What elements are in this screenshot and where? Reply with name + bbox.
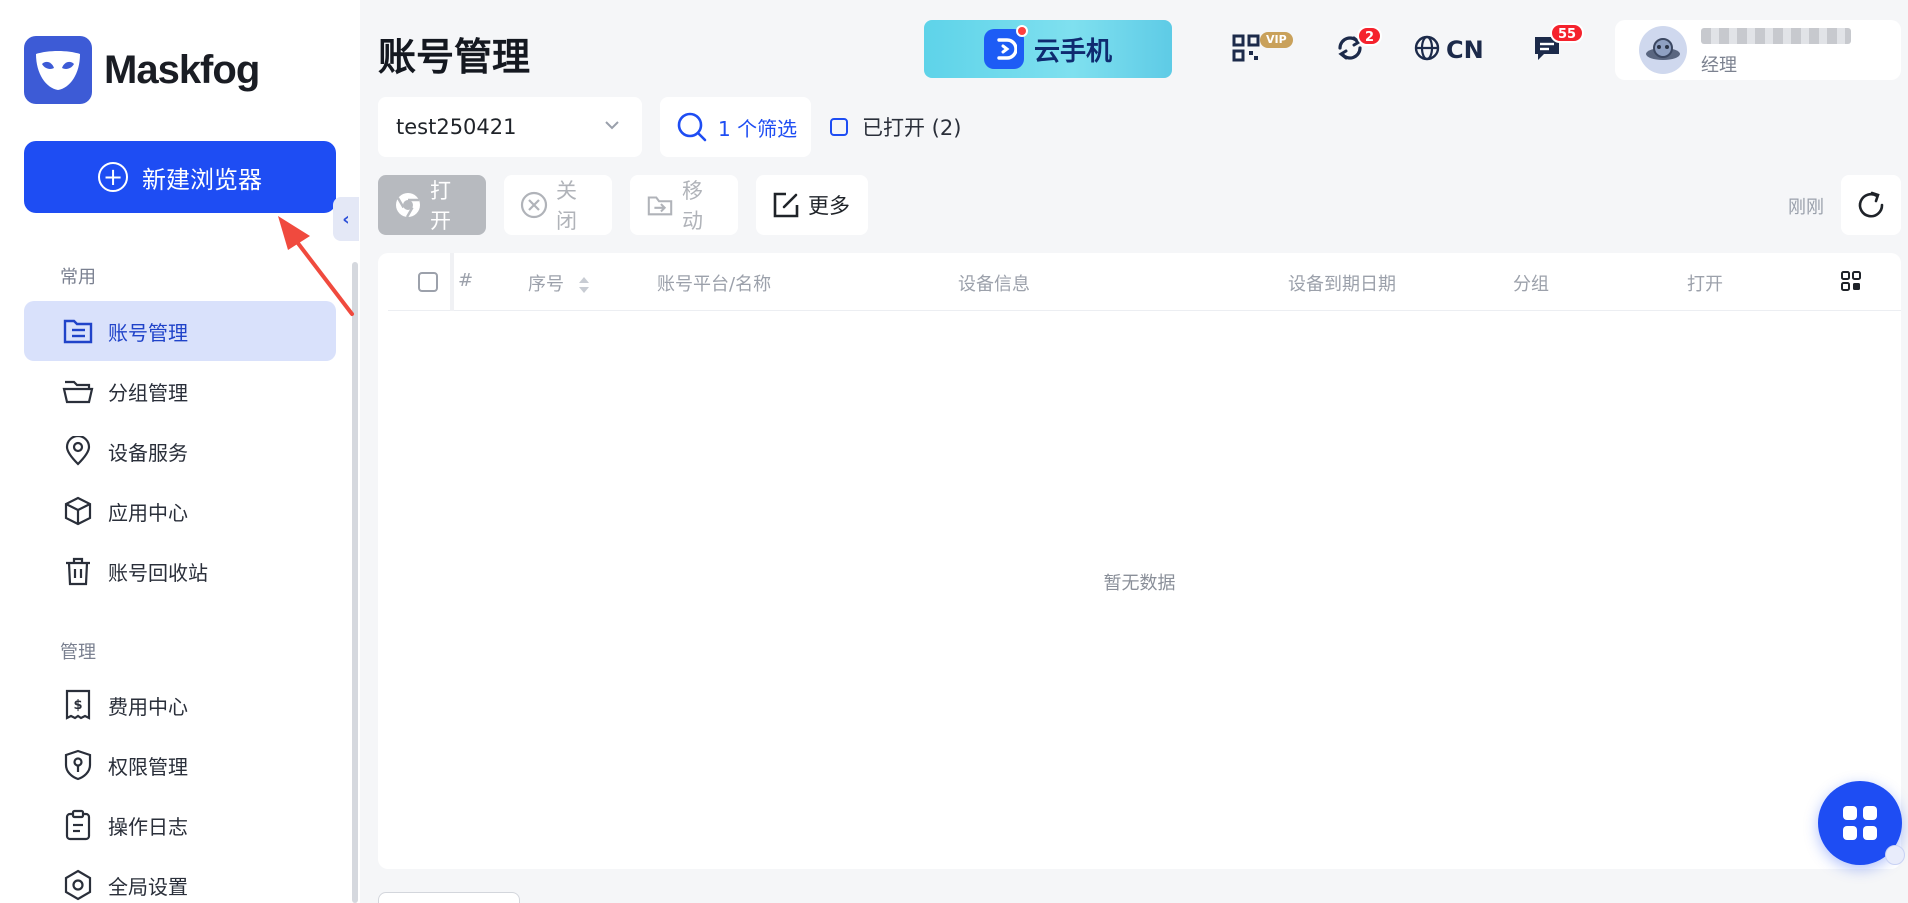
close-circle-icon xyxy=(520,191,548,219)
sidebar-item-label: 分组管理 xyxy=(108,380,188,405)
apps-grid-icon xyxy=(1843,806,1877,840)
cloud-phone-icon xyxy=(983,25,1028,69)
filter-button[interactable]: 1 个筛选 xyxy=(660,97,811,157)
close-button[interactable]: 关闭 xyxy=(504,175,612,235)
select-all-checkbox[interactable] xyxy=(418,272,438,292)
sidebar-item-label: 账号管理 xyxy=(108,320,188,345)
column-settings-icon[interactable] xyxy=(1839,269,1863,293)
brand-logo[interactable]: Maskfog xyxy=(24,36,260,104)
column-header-expiry: 设备到期日期 xyxy=(1288,274,1396,295)
refresh-icon xyxy=(1858,191,1884,218)
plus-circle-icon: + xyxy=(98,162,128,192)
section-label-common: 常用 xyxy=(60,267,96,288)
opened-filter-checkbox[interactable]: 已打开 (2) xyxy=(830,112,961,142)
language-switcher[interactable]: CN xyxy=(1414,30,1484,70)
move-arrow-icon xyxy=(646,191,674,219)
cloud-phone-label: 云手机 xyxy=(1033,36,1112,67)
move-label: 移动 xyxy=(682,179,703,233)
trash-icon xyxy=(62,555,94,587)
sidebar-item-group-management[interactable]: 分组管理 xyxy=(24,361,336,421)
location-pin-icon xyxy=(62,435,94,467)
user-profile-card[interactable]: 经理 xyxy=(1615,20,1901,80)
sidebar-item-recycle-bin[interactable]: 账号回收站 xyxy=(24,541,336,601)
column-header-platform: 账号平台/名称 xyxy=(657,274,772,295)
language-label: CN xyxy=(1446,36,1484,64)
sidebar-item-label: 设备服务 xyxy=(108,440,188,465)
new-browser-label: 新建浏览器 xyxy=(142,165,262,194)
user-role: 经理 xyxy=(1701,55,1737,76)
refresh-button[interactable] xyxy=(1841,175,1901,235)
checkbox xyxy=(830,118,848,136)
sidebar-item-app-center[interactable]: 应用中心 xyxy=(24,481,336,541)
messages-count-badge: 55 xyxy=(1550,23,1585,43)
sidebar-item-permissions[interactable]: 权限管理 xyxy=(24,735,336,795)
column-header-serial[interactable]: 序号 xyxy=(528,270,590,296)
sidebar-item-label: 权限管理 xyxy=(108,754,188,779)
sidebar-item-label: 账号回收站 xyxy=(108,560,208,585)
accounts-table: # 序号 账号平台/名称 设备信息 设备到期日期 分组 打开 暂无数据 xyxy=(378,253,1901,869)
opened-filter-label: 已打开 (2) xyxy=(862,116,962,140)
column-header-group: 分组 xyxy=(1513,274,1549,295)
app-window: Maskfog + 新建浏览器 ‹ 常用 账号管理 分组管理 设备服务 应用中心… xyxy=(0,0,1908,903)
new-browser-button[interactable]: + 新建浏览器 xyxy=(24,141,336,213)
sidebar-item-label: 费用中心 xyxy=(108,694,188,719)
sidebar-item-label: 操作日志 xyxy=(108,814,188,839)
folder-icon xyxy=(62,375,94,407)
sidebar-item-label: 应用中心 xyxy=(108,500,188,525)
globe-icon xyxy=(1414,35,1440,65)
sidebar-item-label: 全局设置 xyxy=(108,874,188,899)
fab-collapse-handle[interactable] xyxy=(1885,845,1905,865)
close-label: 关闭 xyxy=(556,179,577,233)
cube-icon xyxy=(62,495,94,527)
empty-state-text: 暂无数据 xyxy=(1103,573,1176,594)
filter-label: 1 个筛选 xyxy=(718,116,798,141)
hex-settings-icon xyxy=(62,869,94,901)
svg-text:$: $ xyxy=(73,698,82,713)
move-button[interactable]: 移动 xyxy=(630,175,738,235)
last-refresh-time: 刚刚 xyxy=(1788,197,1824,218)
open-label: 打开 xyxy=(430,179,451,233)
pagination-stub[interactable] xyxy=(378,892,520,903)
column-header-index: # xyxy=(458,270,474,291)
table-header: # 序号 账号平台/名称 设备信息 设备到期日期 分组 打开 xyxy=(388,253,1901,311)
qr-code-icon xyxy=(1232,34,1260,66)
sync-count-badge: 2 xyxy=(1357,26,1383,46)
mask-logo-icon xyxy=(24,36,92,104)
sidebar-item-device-service[interactable]: 设备服务 xyxy=(24,421,336,481)
section-label-manage: 管理 xyxy=(60,642,96,663)
sidebar: Maskfog + 新建浏览器 ‹ 常用 账号管理 分组管理 设备服务 应用中心… xyxy=(0,0,360,903)
column-divider xyxy=(450,253,454,311)
column-header-device-info: 设备信息 xyxy=(958,274,1030,295)
more-label: 更多 xyxy=(808,194,850,218)
vip-badge: VIP xyxy=(1260,32,1293,48)
chevron-down-icon xyxy=(605,121,619,130)
group-select[interactable]: test250421 xyxy=(378,97,642,157)
notification-dot xyxy=(1015,25,1028,37)
sort-icon xyxy=(578,277,589,293)
open-button[interactable]: 打开 xyxy=(378,175,486,235)
column-header-open: 打开 xyxy=(1687,274,1723,295)
chrome-icon xyxy=(394,191,422,219)
more-button[interactable]: 更多 xyxy=(756,175,868,235)
user-name-redacted xyxy=(1701,28,1851,44)
sidebar-item-operation-log[interactable]: 操作日志 xyxy=(24,795,336,855)
receipt-icon: $ xyxy=(62,689,94,721)
edit-icon xyxy=(772,191,800,219)
shield-key-icon xyxy=(62,749,94,781)
annotation-arrow-icon xyxy=(278,216,354,316)
sidebar-item-global-settings[interactable]: 全局设置 xyxy=(24,855,336,903)
page-title: 账号管理 xyxy=(378,35,531,79)
column-header-label: 序号 xyxy=(528,274,564,295)
clipboard-icon xyxy=(62,809,94,841)
sidebar-scrollbar[interactable] xyxy=(352,262,358,903)
avatar xyxy=(1639,26,1687,74)
qr-code-button[interactable] xyxy=(1232,30,1260,70)
account-list-icon xyxy=(62,315,94,347)
search-filter-icon xyxy=(677,112,707,142)
cloud-phone-banner[interactable]: 云手机 xyxy=(924,20,1172,78)
group-select-value: test250421 xyxy=(396,115,517,139)
brand-name: Maskfog xyxy=(104,47,260,92)
sidebar-item-billing[interactable]: $ 费用中心 xyxy=(24,675,336,735)
